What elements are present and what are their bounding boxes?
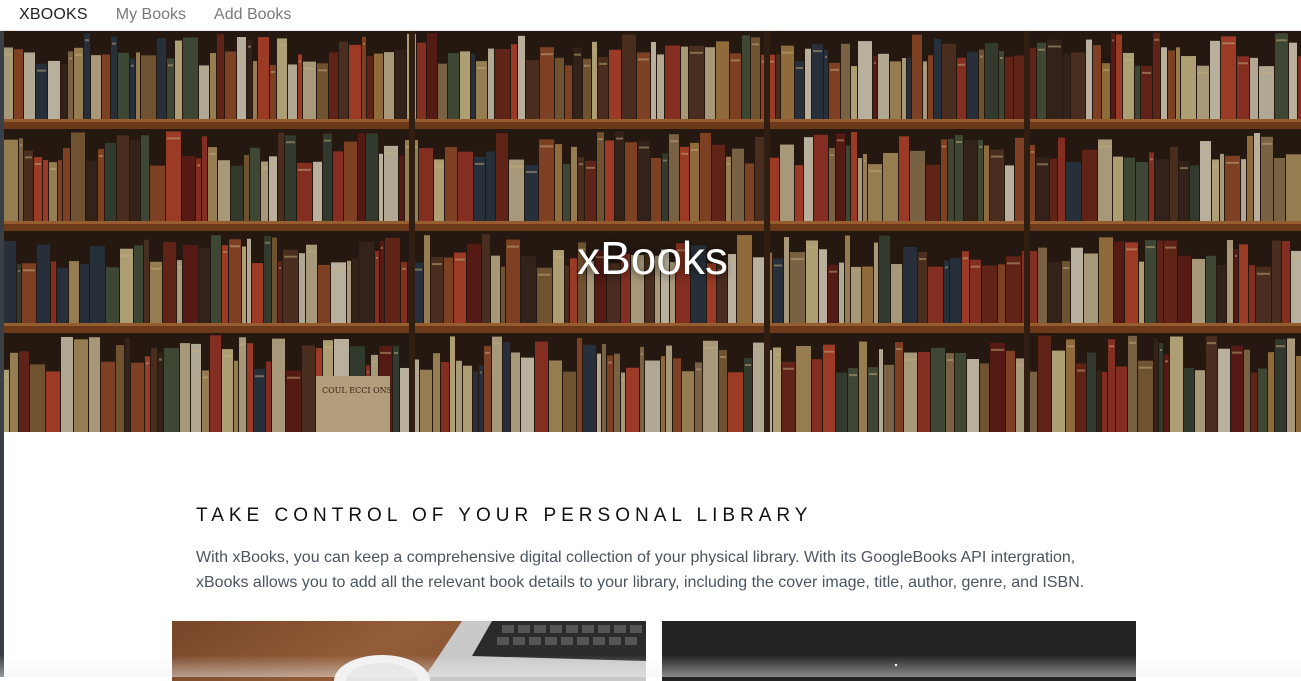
nav-link-my-books[interactable]: My Books [116, 6, 186, 24]
top-navbar: XBOOKS My Books Add Books [0, 0, 1301, 31]
section-heading: TAKE CONTROL OF YOUR PERSONAL LIBRARY [196, 505, 813, 526]
nav-link-add-books[interactable]: Add Books [214, 6, 291, 24]
hero-banner: COUL ECCI ONS xBooks [4, 31, 1301, 432]
laptop-coffee-image-card [172, 621, 646, 681]
section-description: With xBooks, you can keep a comprehensiv… [196, 549, 1085, 591]
hero-title: xBooks [577, 232, 728, 284]
intro-section: TAKE CONTROL OF YOUR PERSONAL LIBRARY Wi… [196, 505, 1116, 595]
dark-image-card [662, 621, 1136, 681]
brand-link[interactable]: XBOOKS [19, 6, 88, 24]
